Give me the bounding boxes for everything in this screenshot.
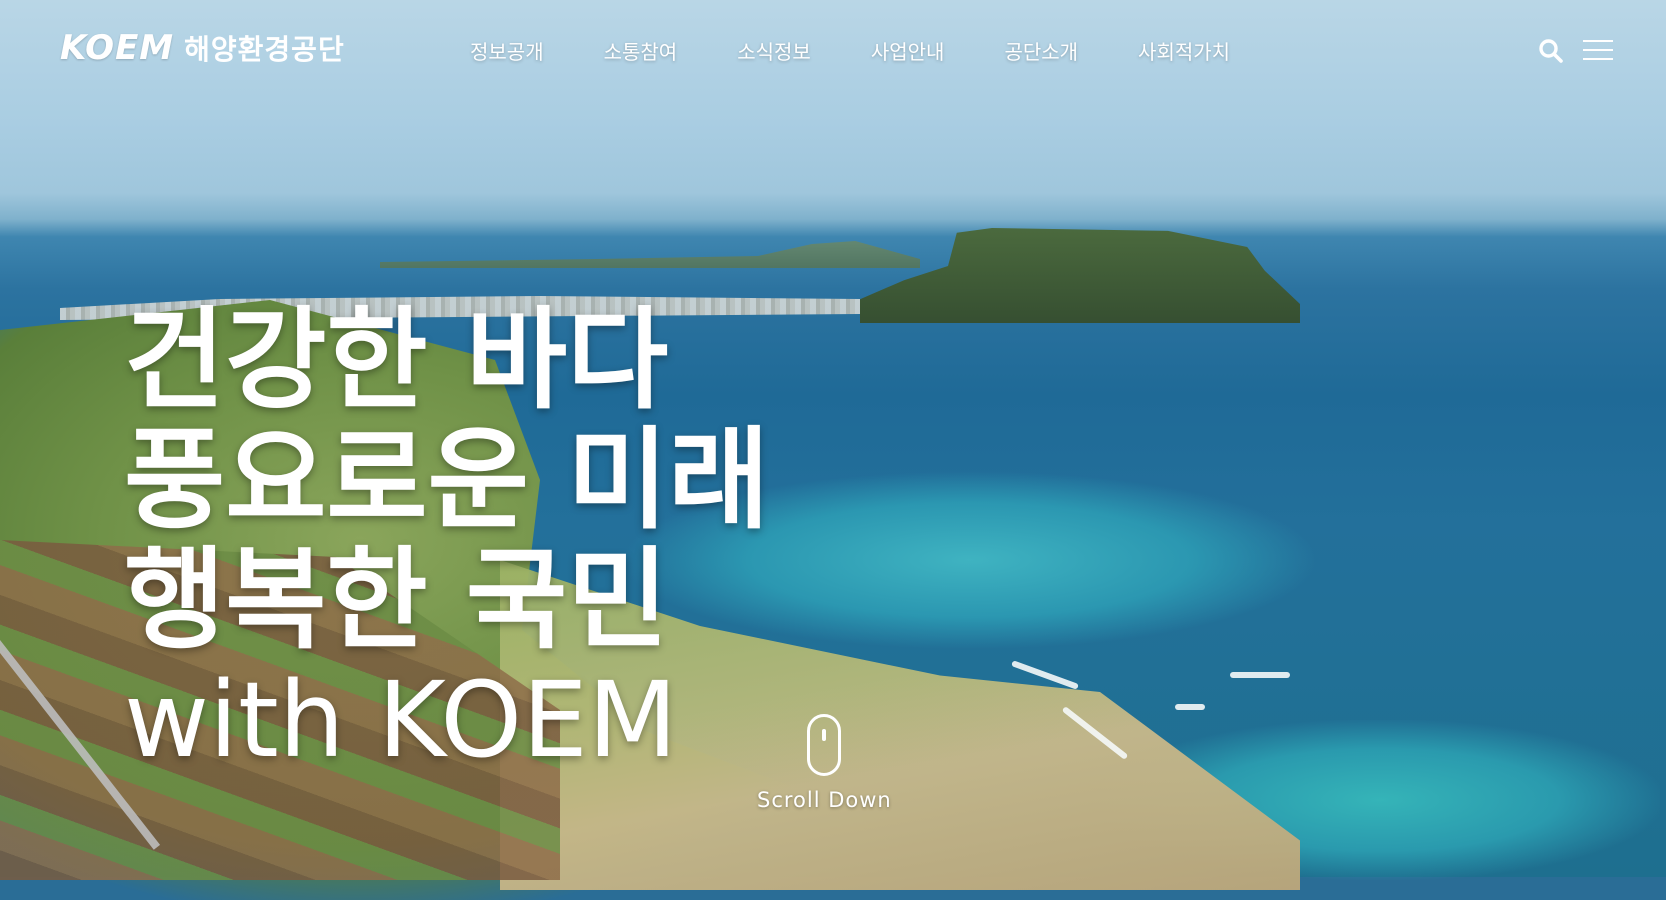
search-button[interactable] [1538, 38, 1564, 64]
hero-line-1: 건강한 바다 [124, 296, 669, 424]
site-logo[interactable]: KOEM 해양환경공단 [60, 28, 345, 68]
search-icon [1539, 39, 1563, 63]
logo-text: 해양환경공단 [184, 33, 345, 66]
site-header: KOEM 해양환경공단 정보공개 소통참여 소식정보 사업안내 공단소개 사회적… [0, 0, 1666, 104]
surf-wave [1175, 704, 1205, 710]
nav-item-communication[interactable]: 소통참여 [604, 36, 678, 65]
hero-line-4: with KOEM [124, 659, 678, 781]
nav-item-social-value[interactable]: 사회적가치 [1138, 36, 1230, 65]
surf-wave [1230, 672, 1290, 678]
mouse-icon [807, 714, 841, 776]
scroll-down-indicator[interactable]: Scroll Down [757, 714, 891, 812]
scroll-down-label: Scroll Down [757, 788, 892, 812]
hero-line-3: 행복한 국민 [124, 536, 669, 664]
nav-item-about[interactable]: 공단소개 [1004, 36, 1078, 65]
nav-item-info-disclosure[interactable]: 정보공개 [470, 36, 544, 65]
main-nav: 정보공개 소통참여 소식정보 사업안내 공단소개 사회적가치 [470, 36, 1230, 65]
menu-button[interactable] [1582, 38, 1614, 62]
nav-item-news[interactable]: 소식정보 [737, 36, 811, 65]
hamburger-menu-icon [1583, 40, 1613, 60]
hero-headline: 건강한 바다 풍요로운 미래 행복한 국민 with KOEM [124, 300, 770, 780]
nav-item-business[interactable]: 사업안내 [871, 36, 945, 65]
far-island [380, 241, 920, 268]
mouse-wheel [822, 729, 826, 741]
island-peak [860, 228, 1300, 323]
logo-mark: KOEM [60, 28, 175, 68]
hero-line-2: 풍요로운 미래 [124, 416, 770, 544]
